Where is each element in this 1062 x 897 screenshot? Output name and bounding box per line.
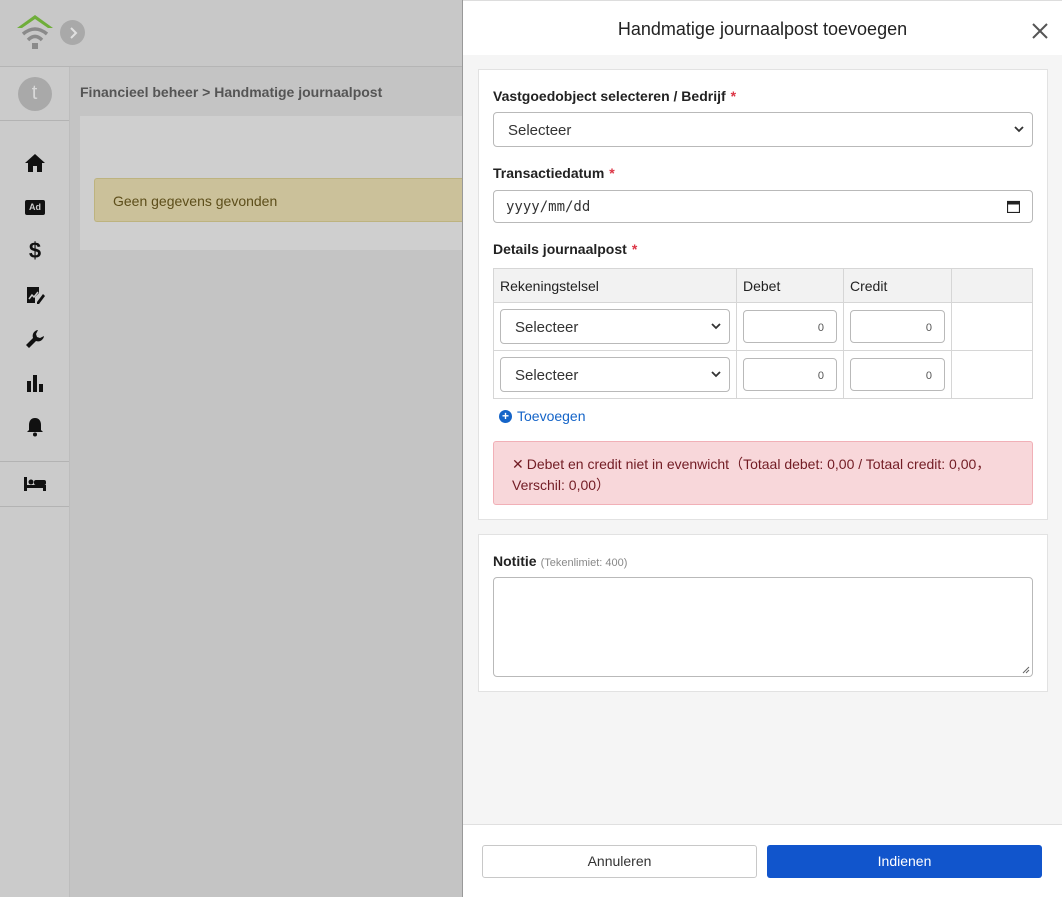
journal-table: Rekeningstelsel Debet Credit Selecteer 0 bbox=[493, 268, 1033, 399]
nav-tools[interactable] bbox=[0, 317, 70, 361]
modal-footer: Annuleren Indienen bbox=[463, 824, 1062, 897]
chevron-down-icon bbox=[1014, 126, 1024, 133]
journal-entry-modal: Handmatige journaalpost toevoegen Vastgo… bbox=[462, 0, 1062, 897]
column-header: Credit bbox=[843, 268, 952, 303]
debit-input[interactable]: 0 bbox=[743, 310, 837, 343]
nav-home[interactable] bbox=[0, 141, 70, 185]
credit-input[interactable]: 0 bbox=[850, 310, 945, 343]
plus-circle-icon: + bbox=[499, 409, 512, 423]
modal-title: Handmatige journaalpost toevoegen bbox=[617, 19, 908, 39]
account-select[interactable]: Selecteer bbox=[500, 357, 730, 392]
breadcrumb: Financieel beheer > Handmatige journaalp… bbox=[80, 84, 383, 100]
nav-reports[interactable] bbox=[0, 273, 70, 317]
property-select[interactable]: Selecteer bbox=[493, 112, 1033, 147]
nav-finance[interactable]: $ bbox=[0, 229, 70, 273]
error-x-icon: ✕ bbox=[512, 456, 524, 472]
bar-chart-icon bbox=[27, 375, 43, 392]
note-textarea[interactable] bbox=[493, 577, 1033, 677]
table-row: Selecteer 0 0 bbox=[493, 350, 1033, 399]
dollar-icon: $ bbox=[28, 238, 42, 263]
sidebar: t Ad $ bbox=[0, 67, 70, 897]
avatar[interactable]: t bbox=[17, 76, 52, 111]
nav-stats[interactable] bbox=[0, 361, 70, 405]
chevron-right-icon bbox=[69, 26, 77, 39]
column-header bbox=[951, 268, 1033, 303]
chevron-down-icon bbox=[711, 371, 721, 378]
bell-icon bbox=[27, 418, 43, 437]
account-select[interactable]: Selecteer bbox=[500, 309, 730, 344]
credit-input[interactable]: 0 bbox=[850, 358, 945, 391]
balance-error-alert: ✕ Debet en credit niet in evenwicht（Totaa… bbox=[493, 441, 1033, 505]
column-header: Rekeningstelsel bbox=[493, 268, 737, 303]
report-icon bbox=[27, 287, 45, 304]
transaction-date-input[interactable]: yyyy/mm/dd bbox=[493, 190, 1033, 223]
calendar-icon[interactable] bbox=[1007, 200, 1020, 213]
debit-input[interactable]: 0 bbox=[743, 358, 837, 391]
bed-icon bbox=[24, 477, 46, 491]
nav-rooms[interactable] bbox=[0, 462, 70, 506]
nav-ads[interactable]: Ad bbox=[0, 185, 70, 229]
note-label: Notitie (Tekenlimiet: 400) bbox=[493, 553, 628, 569]
sidebar-toggle-button[interactable] bbox=[60, 20, 85, 45]
row-actions-cell bbox=[951, 350, 1033, 399]
close-icon[interactable] bbox=[1030, 21, 1050, 41]
ad-icon: Ad bbox=[25, 199, 45, 215]
chevron-down-icon bbox=[711, 323, 721, 330]
modal-header: Handmatige journaalpost toevoegen bbox=[463, 0, 1062, 55]
date-label: Transactiedatum * bbox=[493, 165, 615, 181]
submit-button[interactable]: Indienen bbox=[767, 845, 1042, 878]
resize-handle-icon[interactable] bbox=[1022, 666, 1030, 674]
logo-icon bbox=[17, 15, 53, 49]
add-row-link[interactable]: + Toevoegen bbox=[499, 408, 586, 424]
cancel-button[interactable]: Annuleren bbox=[482, 845, 757, 878]
entry-section: Vastgoedobject selecteren / Bedrijf * Sel… bbox=[478, 69, 1048, 520]
details-label: Details journaalpost * bbox=[493, 241, 638, 257]
row-actions-cell bbox=[951, 302, 1033, 351]
home-icon bbox=[25, 154, 45, 172]
wrench-icon bbox=[26, 330, 44, 348]
nav-notifications[interactable] bbox=[0, 405, 70, 449]
empty-state-alert: Geen gegevens gevonden bbox=[94, 178, 474, 222]
note-section: Notitie (Tekenlimiet: 400) bbox=[478, 534, 1048, 692]
table-row: Selecteer 0 0 bbox=[493, 302, 1033, 351]
property-label: Vastgoedobject selecteren / Bedrijf * bbox=[493, 88, 737, 104]
column-header: Debet bbox=[736, 268, 844, 303]
